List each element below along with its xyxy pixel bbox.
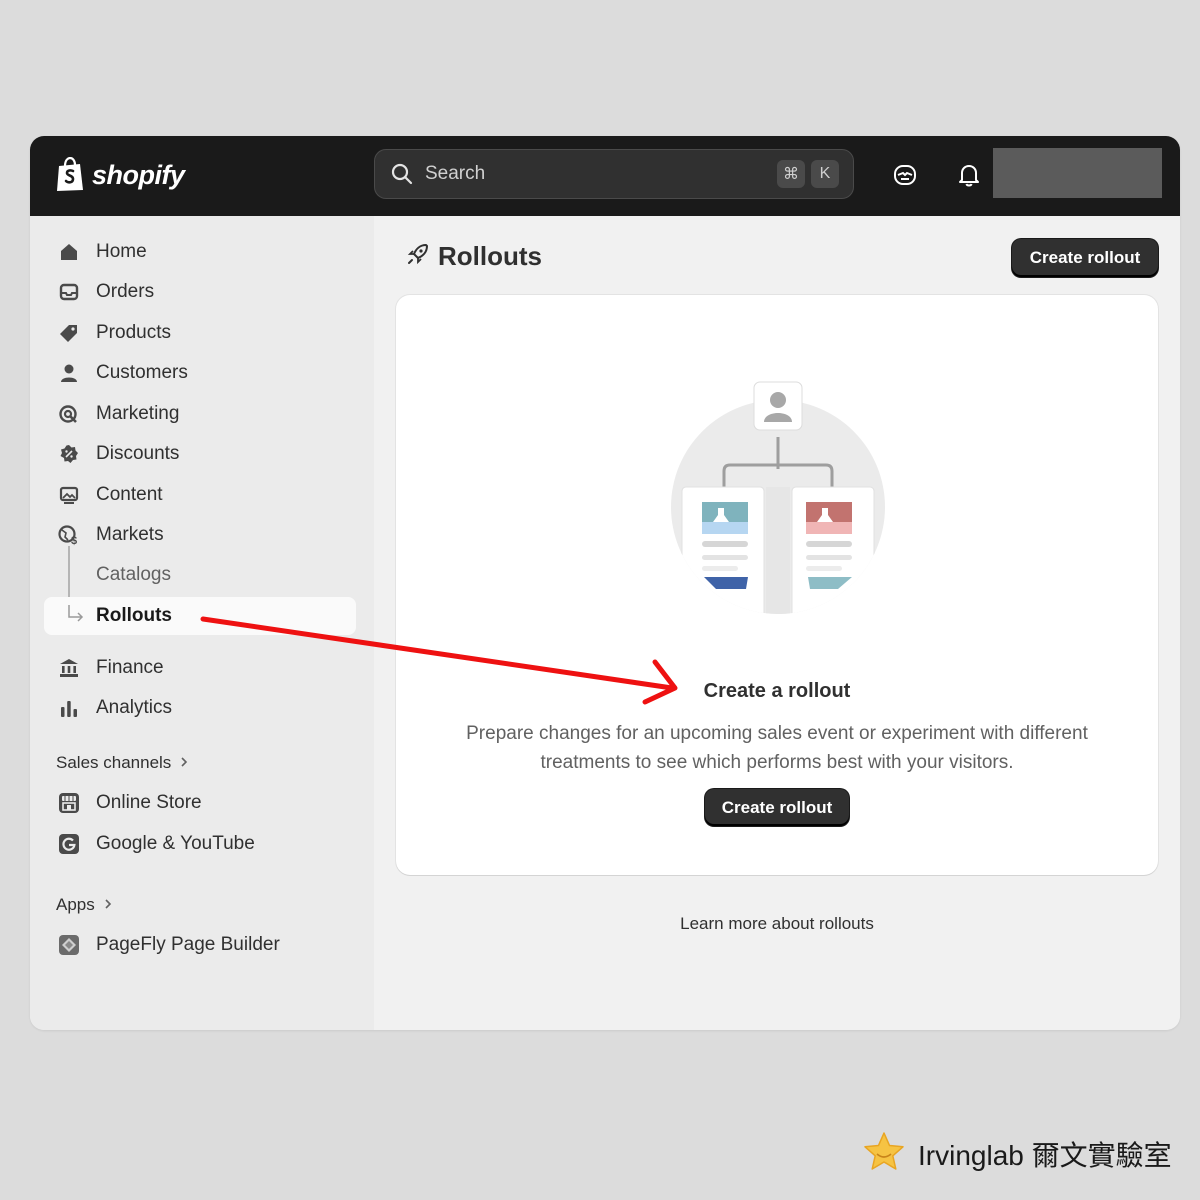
sidebar-item-home[interactable]: Home (44, 233, 356, 271)
image-icon (58, 484, 80, 506)
sidebar-item-products[interactable]: Products (44, 314, 356, 352)
watermark-text: Irvinglab 爾文實驗室 (918, 1140, 1172, 1171)
sidebar-item-google-youtube[interactable]: Google & YouTube (44, 825, 356, 863)
sidebar-item-label: Markets (96, 524, 164, 545)
sidebar-item-online-store[interactable]: Online Store (44, 784, 356, 822)
inbox-icon (58, 281, 80, 303)
store-account-redacted[interactable] (993, 148, 1162, 198)
bank-icon (58, 657, 80, 679)
page-title-text: Rollouts (438, 241, 542, 271)
rollout-illustration (671, 381, 885, 614)
pagefly-app-icon (58, 934, 80, 956)
search-input[interactable] (423, 162, 777, 186)
discount-badge-icon (58, 443, 80, 465)
sidebar-item-customers[interactable]: Customers (44, 354, 356, 392)
sales-channels-header[interactable]: Sales channels (56, 753, 189, 773)
sidebar-item-marketing[interactable]: Marketing (44, 395, 356, 433)
chevron-right-icon (179, 753, 189, 773)
sidebar-item-label: Home (96, 241, 147, 262)
notification-bell-icon[interactable] (954, 160, 984, 190)
shopify-bag-icon (57, 157, 83, 191)
sidebar-item-markets[interactable]: $ Markets (44, 516, 356, 554)
sidebar-item-label: Marketing (96, 403, 180, 424)
tree-branch-arrow-icon (66, 605, 86, 630)
top-bar: shopify ⌘ K (30, 136, 1180, 216)
sidebar-item-label: Online Store (96, 792, 202, 813)
app-window: shopify ⌘ K (30, 136, 1180, 1030)
create-rollout-button[interactable]: Create rollout (1012, 239, 1158, 277)
learn-more-link[interactable]: Learn more about rollouts (374, 914, 1180, 934)
watermark: Irvinglab 爾文實驗室 (862, 1130, 1172, 1179)
google-icon (58, 833, 80, 855)
page-title: Rollouts (406, 241, 542, 272)
empty-state-title: Create a rollout (703, 680, 851, 702)
sidebar-item-rollouts[interactable]: Rollouts (44, 597, 356, 635)
sales-channels-title: Sales channels (56, 753, 172, 772)
sidebar-item-orders[interactable]: Orders (44, 273, 356, 311)
empty-state-description: Prepare changes for an upcoming sales ev… (466, 723, 1088, 773)
logo-text: shopify (92, 159, 185, 190)
sidebar-item-label: Analytics (96, 697, 173, 718)
sidebar-item-label: Customers (96, 362, 188, 383)
shopify-logo[interactable]: shopify (54, 156, 185, 194)
search-bar[interactable]: ⌘ K (374, 149, 854, 199)
sidebar-item-label: Content (96, 484, 163, 505)
sidebar-item-label: Finance (96, 657, 164, 678)
sidebar-item-discounts[interactable]: Discounts (44, 435, 356, 473)
target-icon (58, 403, 80, 425)
tag-icon (58, 322, 80, 344)
bar-chart-icon (58, 697, 80, 719)
star-icon (862, 1130, 906, 1179)
globe-currency-icon: $ (58, 524, 80, 546)
sidebar-item-catalogs[interactable]: Catalogs (44, 556, 356, 594)
shortcut-k-key: K (811, 160, 839, 188)
sidebar-item-label: Catalogs (96, 564, 171, 585)
svg-text:$: $ (71, 535, 77, 546)
sidebar-item-label: PageFly Page Builder (96, 934, 280, 955)
sidebar: Home Orders Products Customers Marketing (30, 216, 374, 1030)
storefront-icon (58, 792, 80, 814)
sidebar-item-content[interactable]: Content (44, 476, 356, 514)
sidebar-item-pagefly[interactable]: PageFly Page Builder (44, 926, 356, 964)
sidebar-item-analytics[interactable]: Analytics (44, 689, 356, 727)
chevron-right-icon (103, 895, 113, 915)
rocket-icon (406, 242, 430, 271)
main-content: Rollouts Create rollout Create a rollout… (374, 216, 1180, 1030)
apps-header[interactable]: Apps (56, 895, 113, 915)
search-icon (391, 163, 413, 185)
create-rollout-card-button[interactable]: Create rollout (705, 789, 849, 826)
home-icon (58, 241, 80, 263)
sidebar-item-finance[interactable]: Finance (44, 649, 356, 687)
sidebar-item-label: Rollouts (96, 605, 172, 626)
sidekick-icon[interactable] (890, 160, 920, 190)
sidebar-item-label: Products (96, 322, 171, 343)
apps-title: Apps (56, 895, 95, 914)
person-icon (58, 362, 80, 384)
shortcut-cmd-key: ⌘ (777, 160, 805, 188)
sidebar-item-label: Orders (96, 281, 155, 302)
sidebar-item-label: Google & YouTube (96, 833, 255, 854)
sidebar-item-label: Discounts (96, 443, 180, 464)
empty-state-card: Create a rollout Prepare changes for an … (396, 295, 1158, 875)
